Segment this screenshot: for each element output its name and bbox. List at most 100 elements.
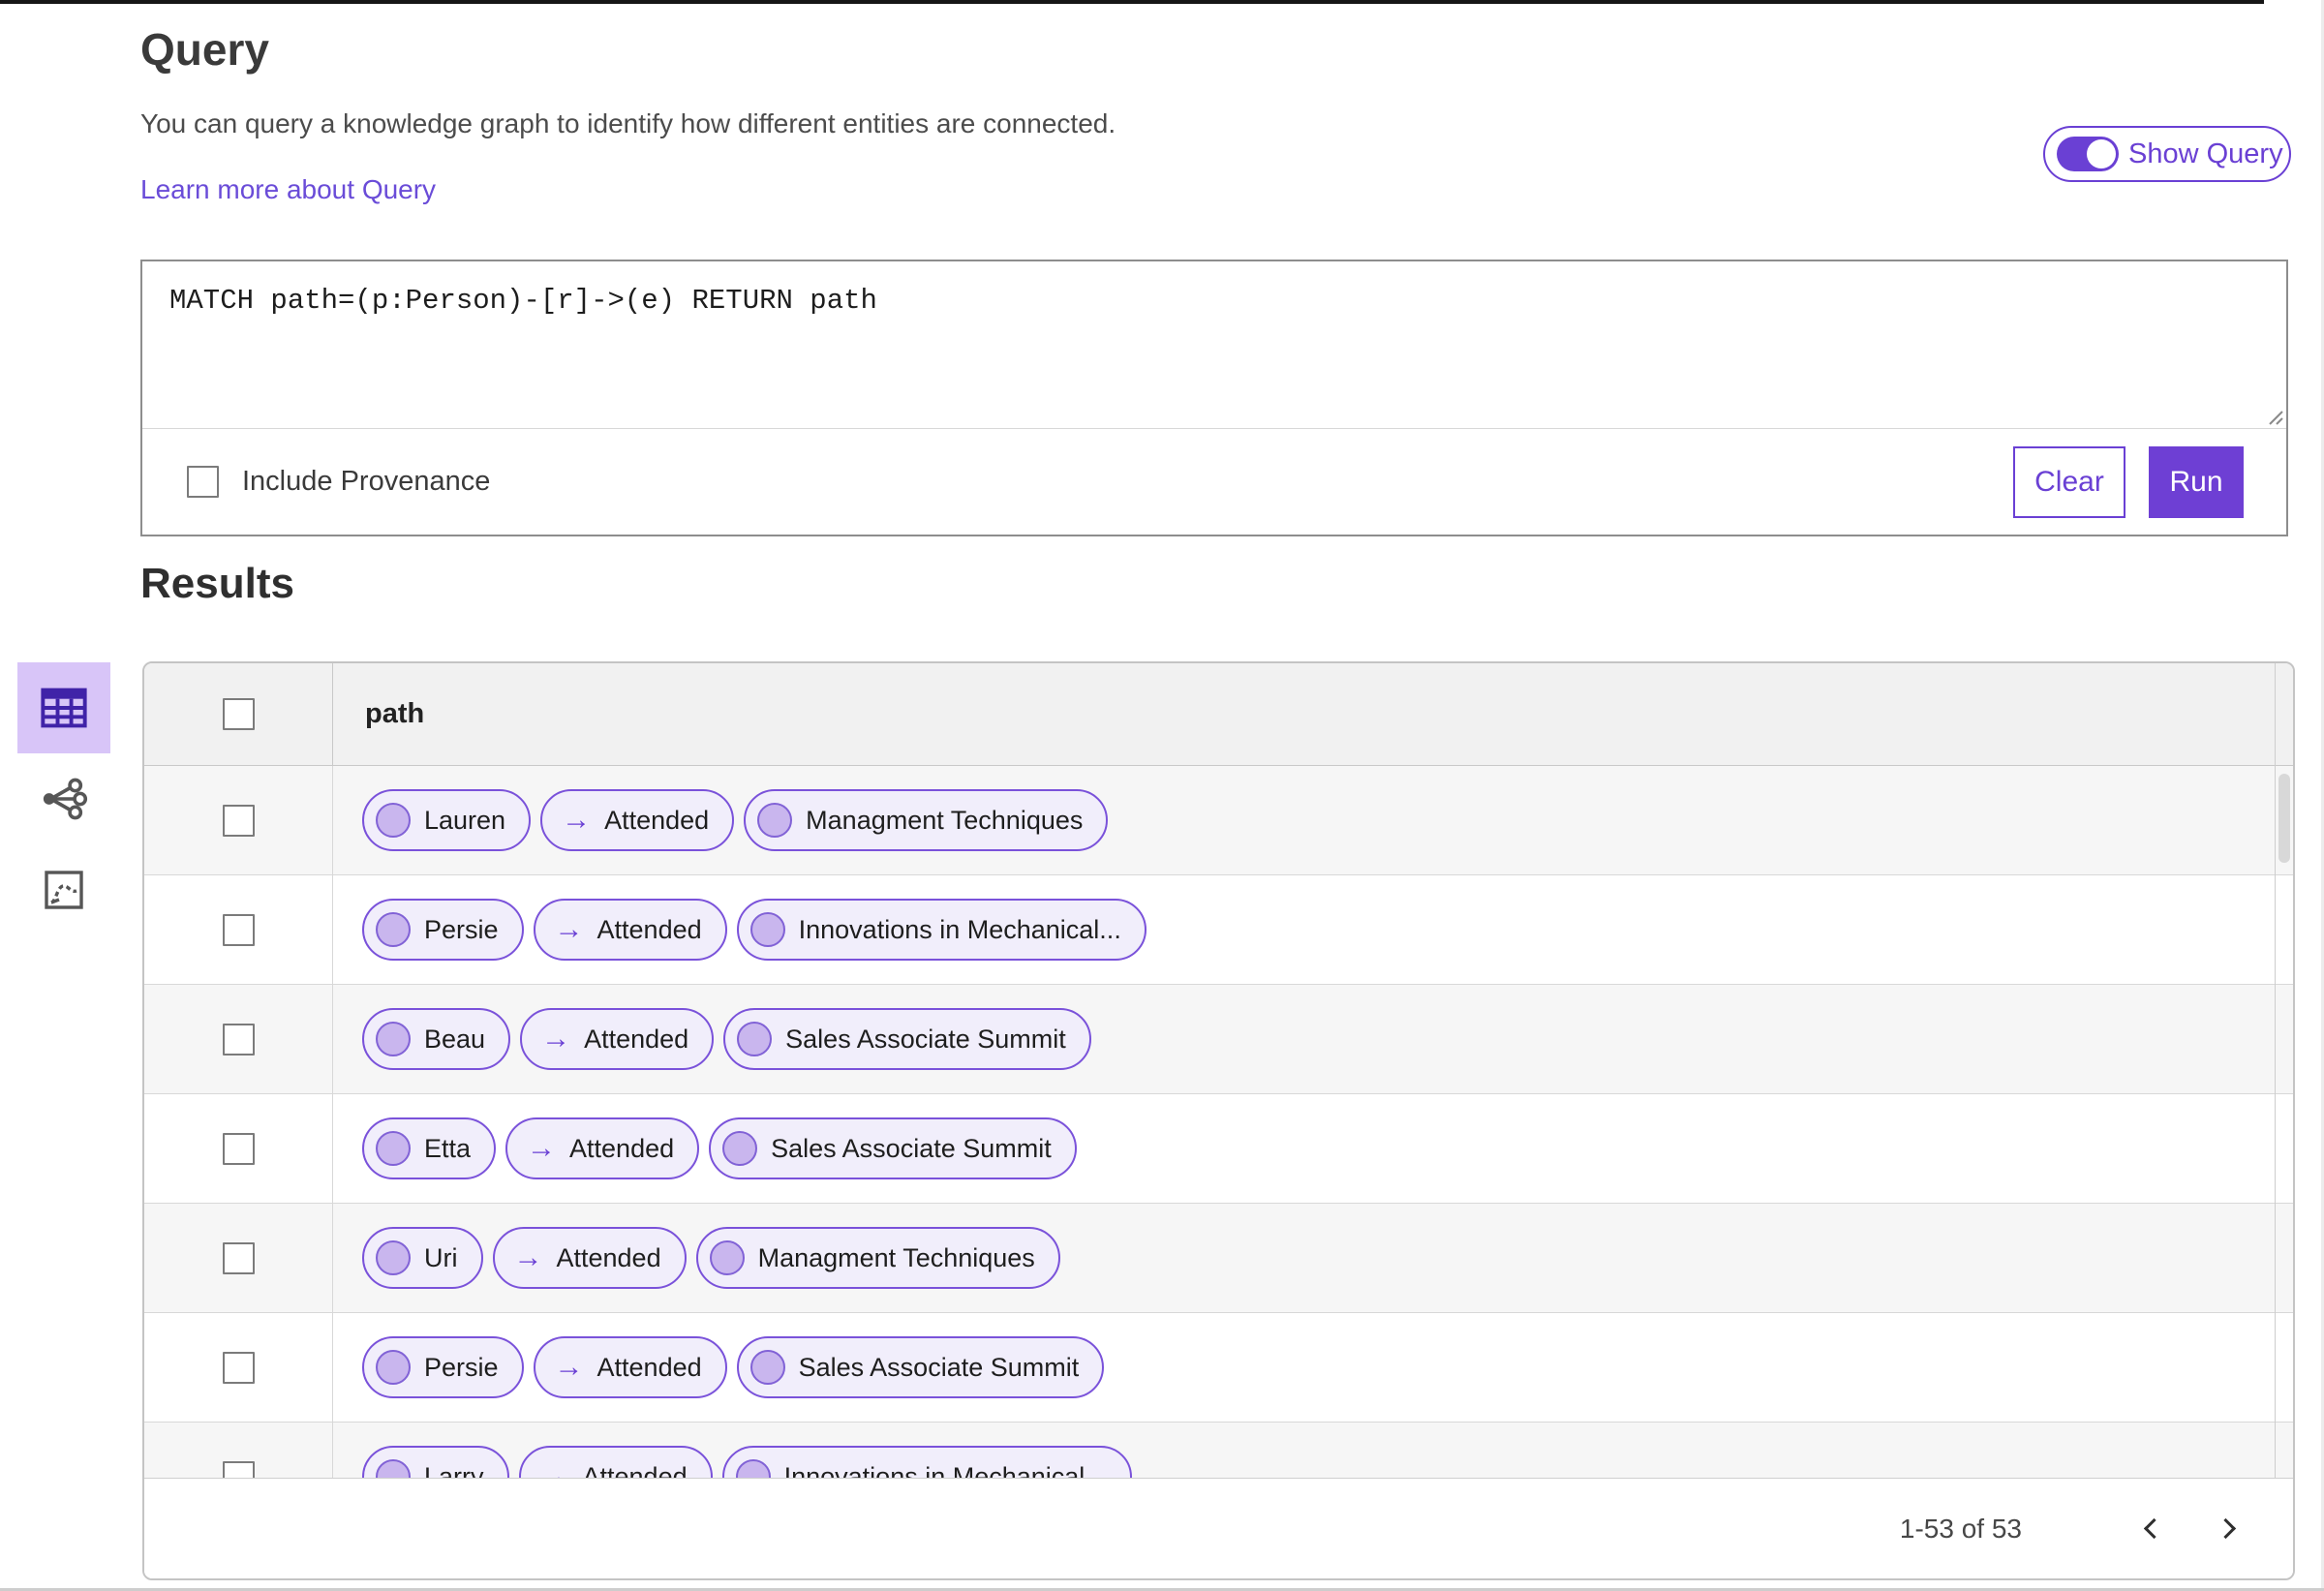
path-cell: Larry → Attended Innovations in Mechanic…: [333, 1423, 2293, 1478]
run-button[interactable]: Run: [2149, 445, 2244, 518]
row-checkbox[interactable]: [222, 913, 255, 946]
chevron-right-icon: [2215, 1517, 2236, 1540]
arrow-right-icon: →: [562, 804, 592, 836]
edge-chip[interactable]: → Attended: [520, 1008, 715, 1070]
row-checkbox-cell: [144, 766, 333, 874]
row-checkbox-cell: [144, 875, 333, 984]
scrollbar-thumb[interactable]: [2278, 774, 2290, 863]
row-checkbox-cell: [144, 985, 333, 1093]
results-title: Results: [140, 560, 294, 607]
arrow-right-icon: →: [554, 1351, 584, 1383]
node-circle-icon: [749, 1350, 785, 1385]
row-checkbox[interactable]: [222, 1351, 255, 1384]
source-node-label: Persie: [424, 914, 499, 944]
source-node-chip[interactable]: Etta: [362, 1117, 497, 1179]
edge-label: Attended: [596, 1352, 702, 1382]
edge-label: Attended: [584, 1024, 689, 1054]
target-node-chip[interactable]: Sales Associate Summit: [709, 1117, 1077, 1179]
clear-button[interactable]: Clear: [2013, 445, 2125, 518]
resize-handle-icon[interactable]: [2266, 408, 2283, 425]
learn-more-link[interactable]: Learn more about Query: [140, 174, 436, 205]
row-checkbox[interactable]: [222, 804, 255, 837]
results-table-header: path: [144, 663, 2293, 766]
results-table-card: path Lauren → Attended Managment Techniq…: [142, 661, 2295, 1580]
arrow-right-icon: →: [541, 1023, 571, 1055]
row-checkbox-cell: [144, 1204, 333, 1312]
node-circle-icon: [376, 1240, 411, 1275]
path-cell: Etta → Attended Sales Associate Summit: [333, 1094, 2293, 1203]
source-node-chip[interactable]: Persie: [362, 899, 524, 961]
source-node-label: Larry: [424, 1461, 484, 1479]
page-description: You can query a knowledge graph to ident…: [140, 108, 1116, 138]
target-node-label: Sales Associate Summit: [798, 1352, 1080, 1382]
target-node-chip[interactable]: Managment Techniques: [744, 789, 1109, 851]
node-circle-icon: [757, 803, 793, 838]
edge-chip[interactable]: → Attended: [492, 1227, 687, 1289]
target-node-chip[interactable]: Sales Associate Summit: [736, 1336, 1105, 1398]
edge-label: Attended: [582, 1461, 688, 1479]
row-checkbox-cell: [144, 1423, 333, 1478]
node-circle-icon: [376, 912, 411, 947]
table-row: Beau → Attended Sales Associate Summit: [144, 985, 2293, 1094]
table-row: Uri → Attended Managment Techniques: [144, 1204, 2293, 1313]
node-circle-icon: [376, 1131, 411, 1166]
edge-chip[interactable]: → Attended: [518, 1446, 713, 1479]
row-checkbox[interactable]: [222, 1132, 255, 1165]
header-checkbox-cell: [144, 663, 333, 765]
source-node-chip[interactable]: Persie: [362, 1336, 524, 1398]
show-query-button[interactable]: Show Query: [2043, 126, 2291, 182]
target-node-chip[interactable]: Sales Associate Summit: [723, 1008, 1091, 1070]
edge-chip[interactable]: → Attended: [533, 1336, 727, 1398]
node-circle-icon: [376, 803, 411, 838]
node-circle-icon: [735, 1459, 771, 1478]
edge-label: Attended: [556, 1242, 661, 1272]
target-node-chip[interactable]: Managment Techniques: [695, 1227, 1060, 1289]
tab-chart-view[interactable]: [17, 844, 110, 935]
prev-page-button[interactable]: [2128, 1507, 2173, 1551]
edge-chip[interactable]: → Attended: [505, 1117, 700, 1179]
tab-graph-view[interactable]: [17, 753, 110, 844]
select-all-checkbox[interactable]: [222, 698, 255, 730]
show-query-label: Show Query: [2128, 138, 2283, 169]
node-circle-icon: [376, 1350, 411, 1385]
path-cell: Persie → Attended Sales Associate Summit: [333, 1313, 2293, 1422]
edge-chip[interactable]: → Attended: [533, 899, 727, 961]
source-node-chip[interactable]: Uri: [362, 1227, 483, 1289]
row-checkbox[interactable]: [222, 1241, 255, 1274]
next-page-button[interactable]: [2206, 1507, 2250, 1551]
source-node-chip[interactable]: Beau: [362, 1008, 511, 1070]
node-circle-icon: [749, 912, 785, 947]
node-circle-icon: [722, 1131, 758, 1166]
row-checkbox-cell: [144, 1313, 333, 1422]
node-circle-icon: [709, 1240, 745, 1275]
row-checkbox[interactable]: [222, 1460, 255, 1478]
query-editor-area: MATCH path=(p:Person)-[r]->(e) RETURN pa…: [142, 261, 2286, 429]
source-node-chip[interactable]: Lauren: [362, 789, 532, 851]
results-table-body: Lauren → Attended Managment Techniques P…: [144, 766, 2293, 1478]
query-editor[interactable]: MATCH path=(p:Person)-[r]->(e) RETURN pa…: [142, 261, 2286, 428]
include-provenance-checkbox[interactable]: [187, 466, 219, 498]
path-cell: Lauren → Attended Managment Techniques: [333, 766, 2293, 874]
edge-chip[interactable]: → Attended: [540, 789, 735, 851]
source-node-chip[interactable]: Larry: [362, 1446, 509, 1478]
edge-label: Attended: [604, 805, 710, 835]
source-node-label: Uri: [424, 1242, 458, 1272]
tab-table-view[interactable]: [17, 662, 110, 753]
node-circle-icon: [376, 1459, 411, 1478]
table-icon: [41, 688, 87, 728]
row-checkbox[interactable]: [222, 1023, 255, 1056]
edge-label: Attended: [596, 914, 702, 944]
target-node-chip[interactable]: Innovations in Mechanical...: [721, 1446, 1132, 1478]
column-header-path: path: [365, 698, 425, 729]
pagination-range-label: 1-53 of 53: [1899, 1513, 2022, 1544]
arrow-right-icon: →: [554, 913, 584, 945]
path-cell: Persie → Attended Innovations in Mechani…: [333, 875, 2293, 984]
results-scrollbar[interactable]: [2275, 663, 2293, 1478]
source-node-label: Lauren: [424, 805, 506, 835]
page: { "query_section": { "title": "Query", "…: [0, 0, 2324, 1591]
target-node-chip[interactable]: Innovations in Mechanical...: [736, 899, 1147, 961]
chart-icon: [45, 871, 83, 909]
node-circle-icon: [376, 1022, 411, 1056]
include-provenance-label: Include Provenance: [242, 466, 491, 497]
show-query-toggle[interactable]: [2057, 137, 2119, 171]
